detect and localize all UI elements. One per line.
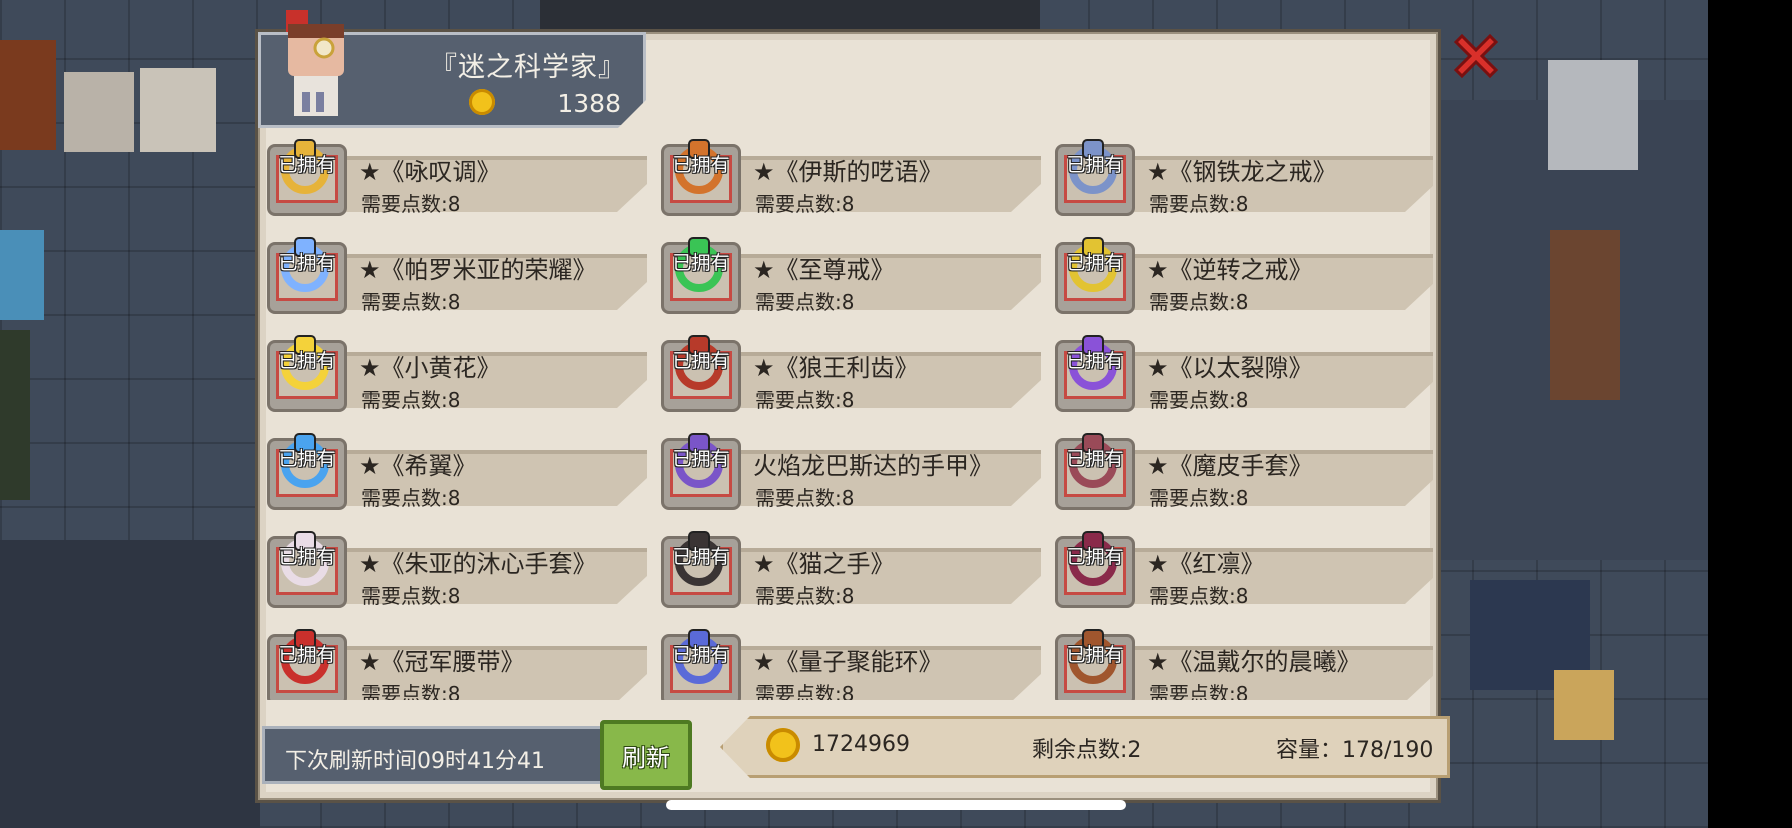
merchant-title: 『迷之科学家』: [430, 52, 626, 83]
item-cost: 需要点数:8: [1149, 486, 1249, 510]
owned-badge: 已拥有: [672, 546, 730, 568]
owned-badge: 已拥有: [1066, 154, 1124, 176]
close-icon[interactable]: [1448, 28, 1504, 84]
shop-item[interactable]: 已拥有 ★《逆转之戒》需要点数:8: [1051, 232, 1433, 318]
item-cost: 需要点数:8: [755, 486, 855, 510]
home-indicator[interactable]: [666, 800, 1126, 810]
item-name: ★《至尊戒》: [753, 256, 895, 284]
owned-badge: 已拥有: [672, 350, 730, 372]
item-name: ★《钢铁龙之戒》: [1147, 158, 1337, 186]
merchant-coin-count: 1388: [557, 89, 621, 118]
owned-badge: 已拥有: [1066, 546, 1124, 568]
shop-item[interactable]: 已拥有 ★《温戴尔的晨曦》需要点数:8: [1051, 624, 1433, 700]
item-name: ★《希翼》: [359, 452, 477, 480]
shop-item[interactable]: 已拥有 ★《猫之手》需要点数:8: [657, 526, 1041, 612]
item-name: ★《伊斯的呓语》: [753, 158, 943, 186]
owned-badge: 已拥有: [1066, 644, 1124, 666]
item-cost: 需要点数:8: [361, 682, 461, 700]
item-grid: 已拥有 ★《咏叹调》需要点数:8 已拥有 ★《伊斯的呓语》需要点数:8 已拥有 ★《钢铁龙…: [263, 134, 1433, 700]
item-name: ★《魔皮手套》: [1147, 452, 1313, 480]
refresh-timer-box: 下次刷新时间09时41分41: [262, 726, 604, 784]
item-name: ★《红凛》: [1147, 550, 1265, 578]
item-cost: 需要点数:8: [1149, 192, 1249, 216]
item-cost: 需要点数:8: [755, 388, 855, 412]
item-name: ★《逆转之戒》: [1147, 256, 1313, 284]
owned-badge: 已拥有: [1066, 448, 1124, 470]
item-cost: 需要点数:8: [755, 192, 855, 216]
scientist-avatar-icon: [286, 10, 344, 116]
shop-item[interactable]: 已拥有 ★《至尊戒》需要点数:8: [657, 232, 1041, 318]
item-name: ★《猫之手》: [753, 550, 895, 578]
owned-badge: 已拥有: [672, 448, 730, 470]
owned-badge: 已拥有: [1066, 252, 1124, 274]
owned-badge: 已拥有: [278, 644, 336, 666]
item-name: ★《量子聚能环》: [753, 648, 943, 676]
shop-item[interactable]: 已拥有 ★《咏叹调》需要点数:8: [263, 134, 647, 220]
item-cost: 需要点数:8: [361, 486, 461, 510]
item-cost: 需要点数:8: [1149, 388, 1249, 412]
item-name: ★《咏叹调》: [359, 158, 501, 186]
refresh-button-label: 刷新: [622, 744, 670, 772]
item-name: 火焰龙巴斯达的手甲》: [753, 452, 993, 480]
shop-item[interactable]: 已拥有 ★《小黄花》需要点数:8: [263, 330, 647, 416]
item-cost: 需要点数:8: [361, 584, 461, 608]
owned-badge: 已拥有: [278, 252, 336, 274]
item-cost: 需要点数:8: [361, 192, 461, 216]
shop-item[interactable]: 已拥有 ★《冠军腰带》需要点数:8: [263, 624, 647, 700]
item-name: ★《以太裂隙》: [1147, 354, 1313, 382]
owned-badge: 已拥有: [1066, 350, 1124, 372]
owned-badge: 已拥有: [672, 154, 730, 176]
item-cost: 需要点数:8: [755, 682, 855, 700]
item-cost: 需要点数:8: [361, 388, 461, 412]
shop-item[interactable]: 已拥有 ★《伊斯的呓语》需要点数:8: [657, 134, 1041, 220]
owned-badge: 已拥有: [278, 154, 336, 176]
item-name: ★《狼王利齿》: [753, 354, 919, 382]
shop-item[interactable]: 已拥有 ★《量子聚能环》需要点数:8: [657, 624, 1041, 700]
game-screen: 『迷之科学家』 1388 已拥有 ★《咏叹调》需要点数:8 已拥有 ★《伊斯的呓语》需…: [0, 0, 1792, 828]
shop-item[interactable]: 已拥有 ★《魔皮手套》需要点数:8: [1051, 428, 1433, 514]
shop-item[interactable]: 已拥有 ★《红凛》需要点数:8: [1051, 526, 1433, 612]
item-name: ★《冠军腰带》: [359, 648, 525, 676]
owned-badge: 已拥有: [278, 546, 336, 568]
owned-badge: 已拥有: [278, 350, 336, 372]
owned-badge: 已拥有: [278, 448, 336, 470]
shop-item[interactable]: 已拥有 ★《朱亚的沐心手套》需要点数:8: [263, 526, 647, 612]
refresh-timer: 下次刷新时间09时41分41: [285, 749, 545, 774]
item-name: ★《帕罗米亚的荣耀》: [359, 256, 597, 284]
item-name: ★《温戴尔的晨曦》: [1147, 648, 1361, 676]
item-cost: 需要点数:8: [1149, 290, 1249, 314]
owned-badge: 已拥有: [672, 644, 730, 666]
item-cost: 需要点数:8: [361, 290, 461, 314]
coin-icon: [469, 89, 495, 115]
shop-item[interactable]: 已拥有 ★《以太裂隙》需要点数:8: [1051, 330, 1433, 416]
item-cost: 需要点数:8: [755, 290, 855, 314]
item-cost: 需要点数:8: [1149, 682, 1249, 700]
item-cost: 需要点数:8: [1149, 584, 1249, 608]
coin-icon: [766, 728, 800, 762]
inventory-capacity: 容量：178/190: [1276, 738, 1434, 763]
refresh-button[interactable]: 刷新: [600, 720, 692, 790]
shop-item[interactable]: 已拥有 ★《希翼》需要点数:8: [263, 428, 647, 514]
item-name: ★《朱亚的沐心手套》: [359, 550, 597, 578]
item-cost: 需要点数:8: [755, 584, 855, 608]
shop-item[interactable]: 已拥有 ★《狼王利齿》需要点数:8: [657, 330, 1041, 416]
item-name: ★《小黄花》: [359, 354, 501, 382]
shop-item[interactable]: 已拥有 ★《钢铁龙之戒》需要点数:8: [1051, 134, 1433, 220]
screen-edge: [1708, 0, 1792, 828]
shop-item[interactable]: 已拥有 火焰龙巴斯达的手甲》需要点数:8: [657, 428, 1041, 514]
shop-item[interactable]: 已拥有 ★《帕罗米亚的荣耀》需要点数:8: [263, 232, 647, 318]
total-coins: 1724969: [812, 732, 910, 757]
remaining-points: 剩余点数:2: [1032, 738, 1142, 763]
owned-badge: 已拥有: [672, 252, 730, 274]
